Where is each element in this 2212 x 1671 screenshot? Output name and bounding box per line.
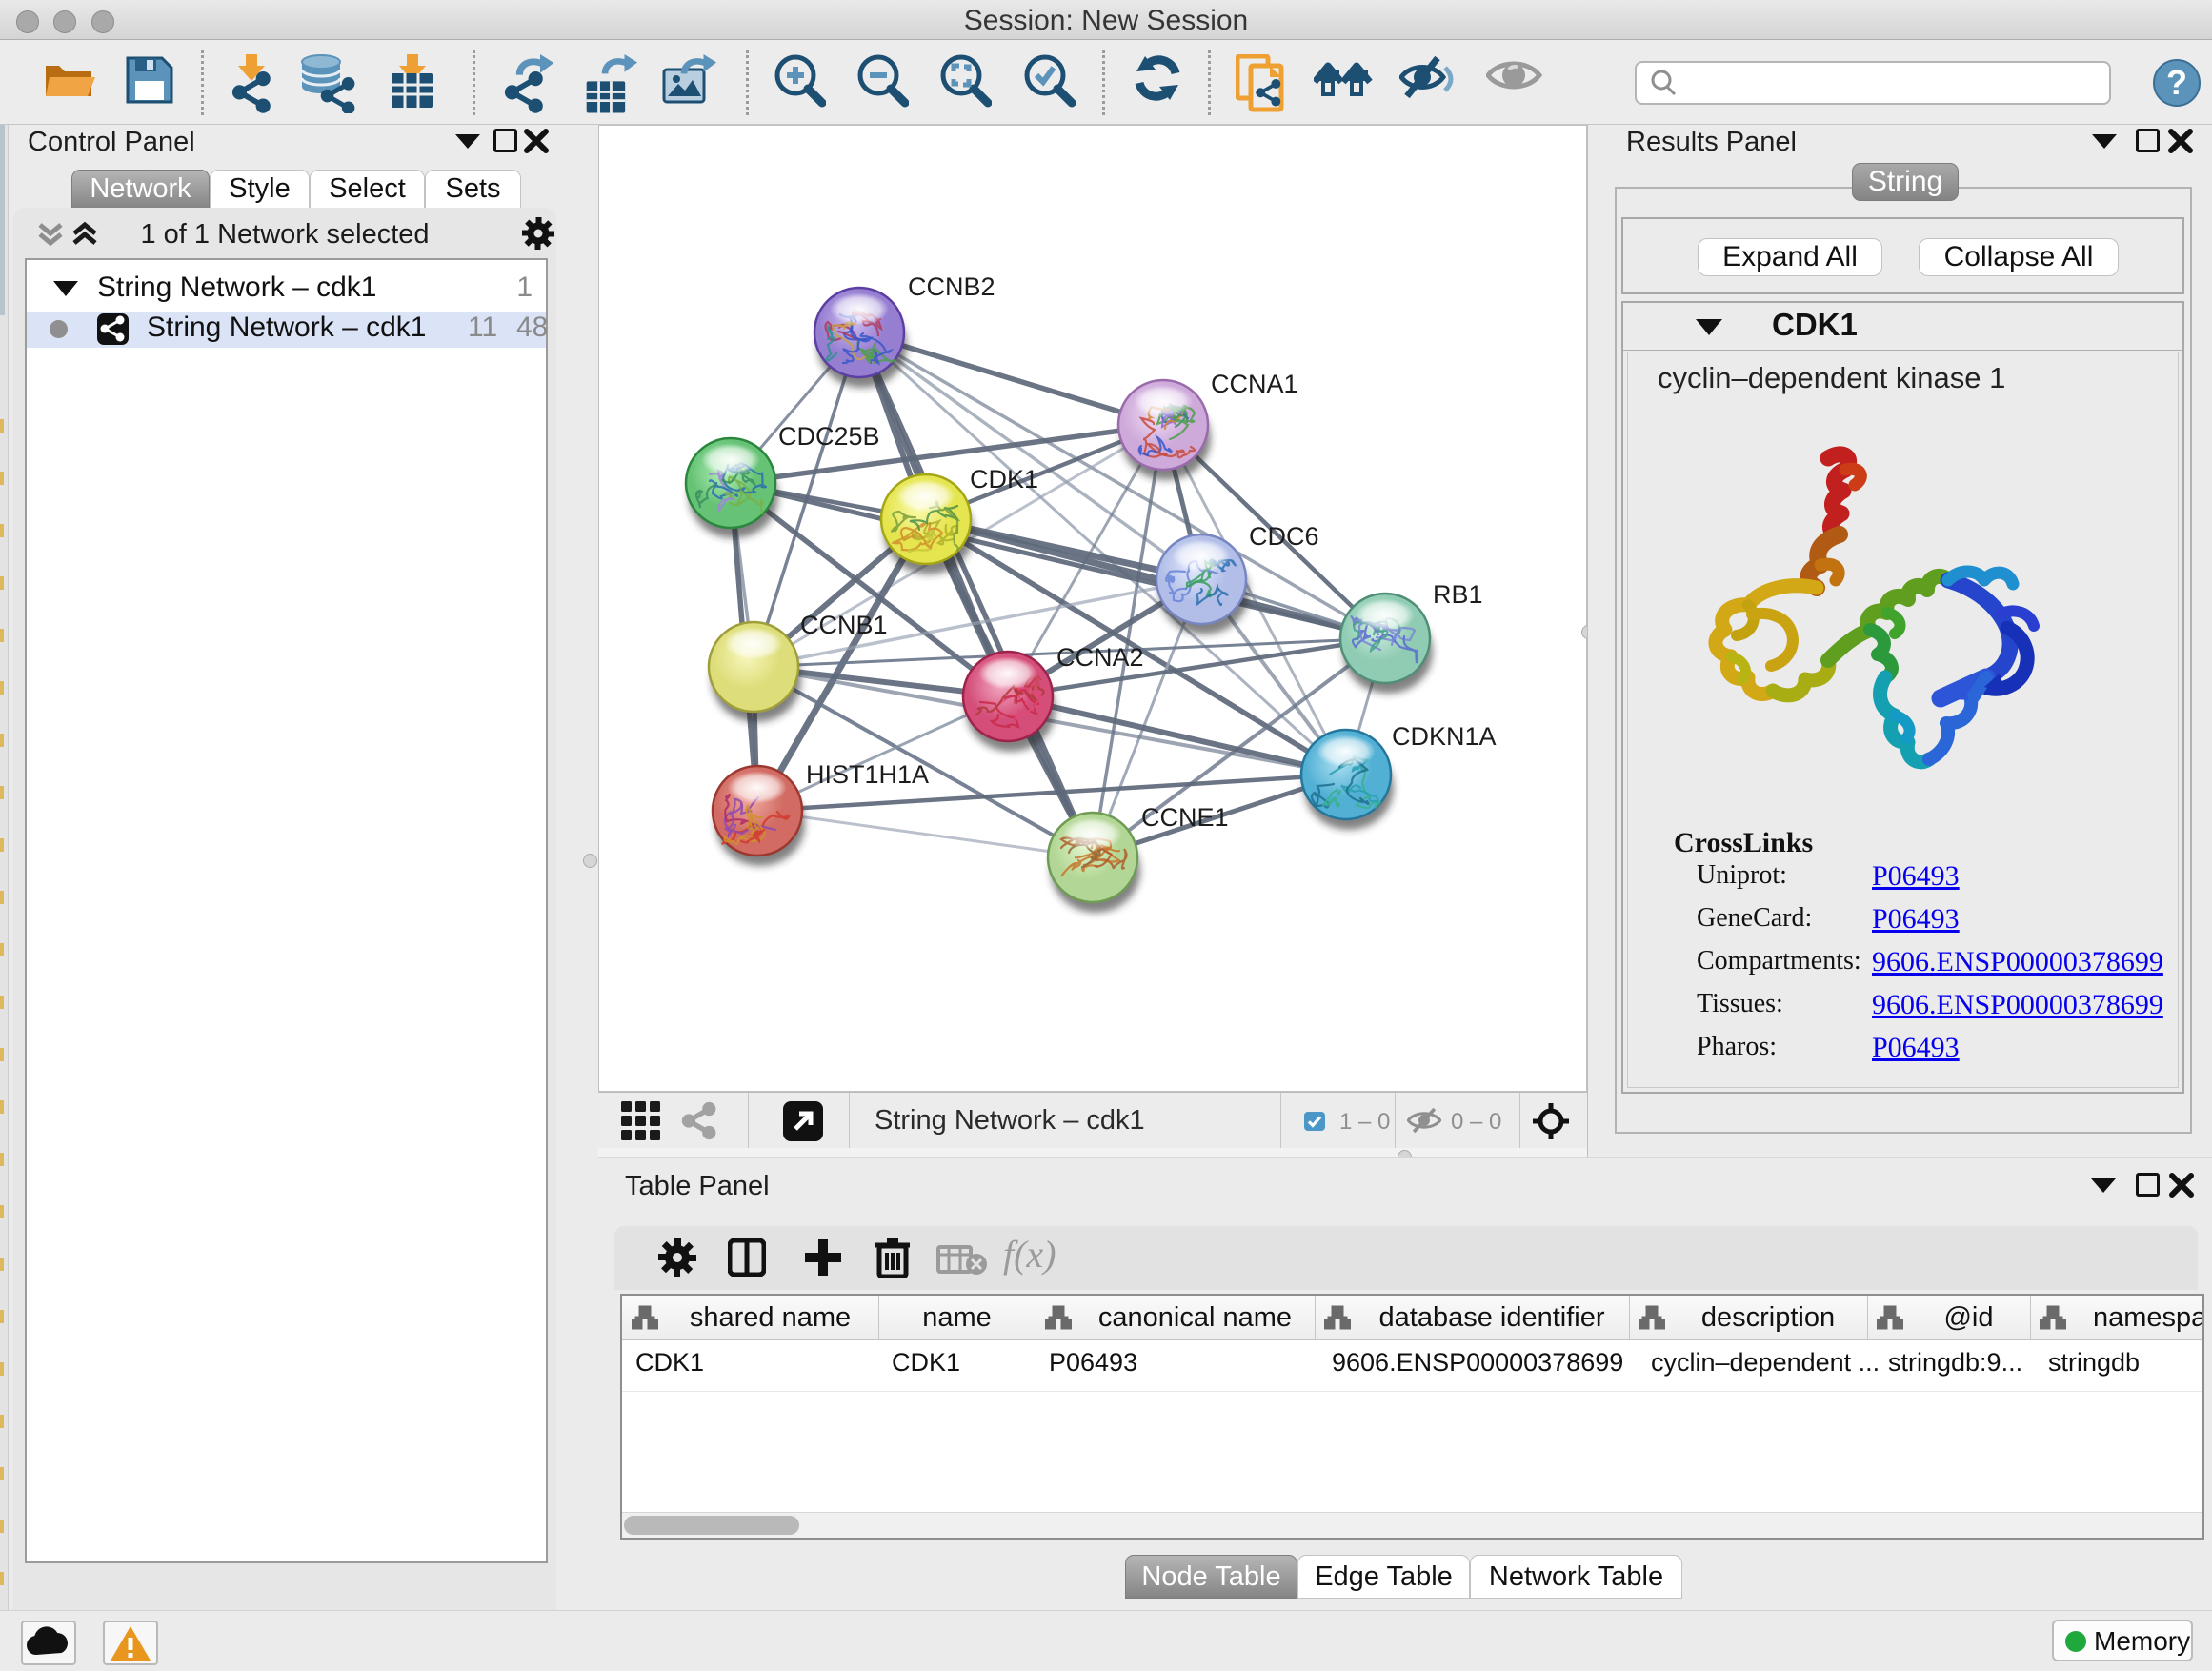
svg-text:CCNA1: CCNA1: [1211, 370, 1298, 398]
svg-text:CCNE1: CCNE1: [1141, 803, 1229, 832]
svg-text:CCNB2: CCNB2: [908, 272, 995, 301]
svg-text:CDK1: CDK1: [970, 465, 1038, 493]
svg-text:CDC25B: CDC25B: [778, 422, 880, 451]
svg-text:CDKN1A: CDKN1A: [1392, 722, 1497, 751]
svg-text:HIST1H1A: HIST1H1A: [806, 760, 929, 789]
svg-text:CDC6: CDC6: [1249, 522, 1319, 551]
svg-text:CCNA2: CCNA2: [1056, 643, 1144, 672]
svg-text:RB1: RB1: [1433, 580, 1483, 609]
svg-text:CCNB1: CCNB1: [800, 611, 888, 639]
